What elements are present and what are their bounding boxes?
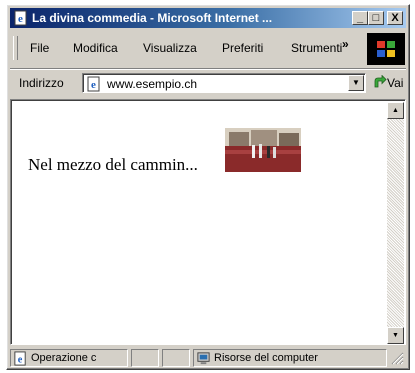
ie-page-icon: e [14,351,26,366]
menu-strumenti[interactable]: Strumenti [291,41,342,55]
close-button[interactable]: X [387,11,403,25]
status-pane-empty [131,349,159,367]
svg-text:e: e [18,13,23,25]
menu-overflow-chevron[interactable]: » [342,37,349,51]
title-bar[interactable]: e La divina commedia - Microsoft Interne… [10,8,406,28]
ie-page-icon[interactable]: e [13,10,29,26]
status-text: Operazione c [31,352,97,364]
ie-page-icon: e [87,76,100,92]
chevron-down-icon: ▼ [392,332,399,339]
go-arrow-icon [374,75,387,88]
toolbar-grip[interactable] [13,36,18,60]
address-dropdown-button[interactable]: ▼ [348,75,364,91]
address-input[interactable]: e www.esempio.ch ▼ [82,73,366,93]
go-label: Vai [387,76,404,90]
chevron-down-icon: ▼ [352,78,360,87]
browser-window: e La divina commedia - Microsoft Interne… [6,4,410,370]
address-url[interactable]: www.esempio.ch [107,77,197,91]
page-photo [225,128,301,172]
chevron-up-icon: ▲ [392,107,399,114]
svg-text:e: e [18,354,23,365]
maximize-button[interactable]: □ [368,11,384,25]
menu-bar: File Modifica Visualizza Preferiti Strum… [10,31,362,65]
menu-preferiti[interactable]: Preferiti [222,41,263,55]
window-title: La divina commedia - Microsoft Internet … [32,11,273,25]
status-pane-empty [162,349,190,367]
scroll-down-button[interactable]: ▼ [387,327,404,344]
scroll-up-button[interactable]: ▲ [387,102,404,119]
my-computer-icon [197,352,210,365]
address-label: Indirizzo [19,76,64,90]
page-viewport: Nel mezzo del cammin... ▲ ▼ [10,99,406,345]
vertical-scrollbar[interactable]: ▲ ▼ [387,102,404,344]
zone-text: Risorse del computer [214,352,318,364]
windows-logo-icon [377,41,395,57]
minimize-button[interactable]: _ [352,11,368,25]
resize-grip[interactable] [390,351,404,365]
throbber [367,33,405,65]
page-content[interactable]: Nel mezzo del cammin... [13,102,387,344]
menu-file[interactable]: File [30,41,49,55]
go-button[interactable]: Vai [373,74,405,92]
address-bar: Indirizzo e www.esempio.ch ▼ Vai [10,68,406,97]
status-pane: e Operazione c [10,349,128,367]
menu-modifica[interactable]: Modifica [73,41,118,55]
svg-text:e: e [91,79,96,91]
menu-visualizza[interactable]: Visualizza [143,41,197,55]
page-text: Nel mezzo del cammin... [28,155,198,174]
zone-pane: Risorse del computer [193,349,387,367]
status-bar: e Operazione c Risorse del computer [10,349,406,368]
